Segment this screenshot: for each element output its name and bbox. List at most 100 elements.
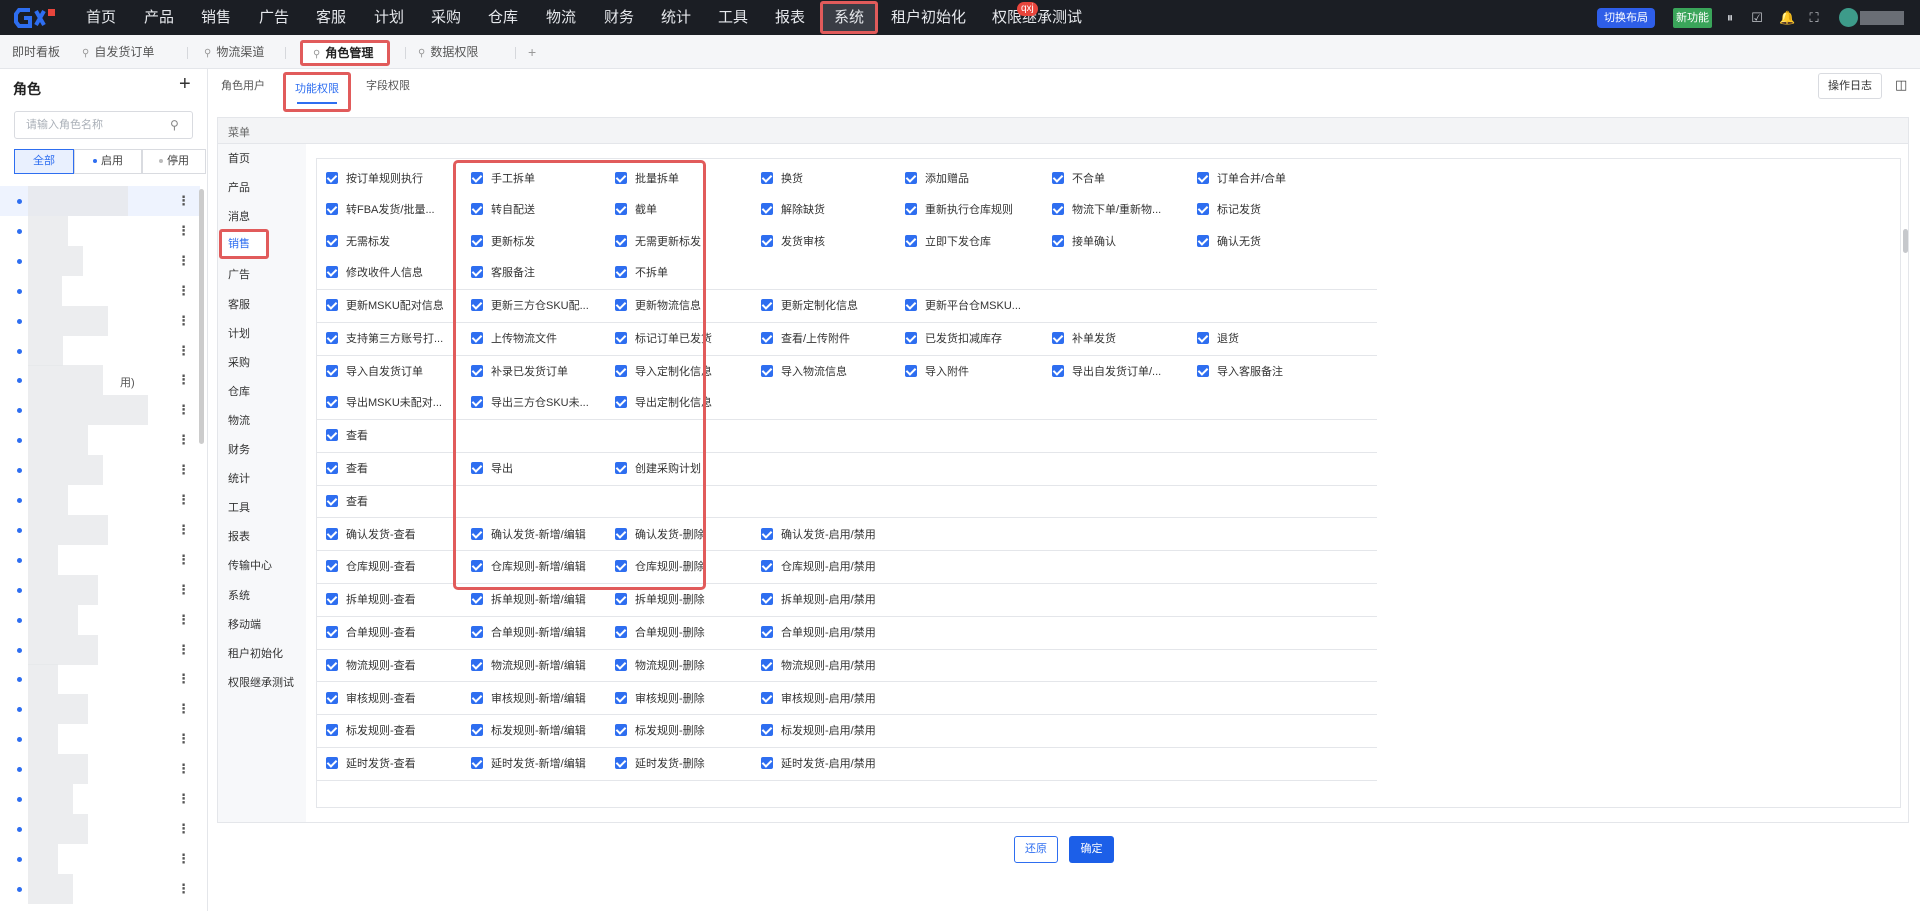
- checkbox[interactable]: [761, 364, 773, 377]
- checkbox[interactable]: [761, 171, 773, 184]
- add-tab-button[interactable]: +: [528, 44, 536, 60]
- more-icon[interactable]: ⋮: [177, 671, 190, 687]
- pin-icon[interactable]: ⚲: [204, 48, 211, 59]
- checkbox[interactable]: [326, 332, 338, 345]
- permission-checkbox-cell[interactable]: 标发规则-新增/编辑: [471, 724, 586, 738]
- permission-checkbox-cell[interactable]: 延时发货-启用/禁用: [761, 757, 876, 771]
- permission-checkbox-cell[interactable]: 延时发货-查看: [326, 757, 416, 771]
- checkbox[interactable]: [761, 299, 773, 312]
- permission-checkbox-cell[interactable]: 导入自发货订单: [326, 364, 423, 379]
- checkbox[interactable]: [1052, 234, 1064, 247]
- checkbox[interactable]: [761, 691, 773, 704]
- checkbox[interactable]: [326, 364, 338, 377]
- checkbox[interactable]: [326, 658, 338, 671]
- avatar[interactable]: [1839, 8, 1858, 27]
- menu-item-5[interactable]: 客服: [228, 296, 250, 312]
- permission-checkbox-cell[interactable]: 审核规则-新增/编辑: [471, 691, 586, 706]
- checkbox[interactable]: [326, 593, 338, 606]
- checkbox[interactable]: [761, 203, 773, 216]
- checkbox[interactable]: [326, 299, 338, 312]
- role-list-item[interactable]: ⋮: [0, 305, 200, 336]
- role-list-item[interactable]: ⋮: [0, 186, 200, 216]
- permission-checkbox-cell[interactable]: 合单规则-删除: [615, 626, 705, 640]
- permission-checkbox-cell[interactable]: 标记发货: [1197, 203, 1261, 217]
- checkbox[interactable]: [471, 626, 483, 639]
- checkbox[interactable]: [1052, 203, 1064, 216]
- filter-all[interactable]: 全部: [14, 149, 74, 174]
- pin-icon[interactable]: ⚲: [313, 49, 320, 60]
- nav-item-3[interactable]: 广告: [259, 0, 289, 35]
- checkbox[interactable]: [471, 757, 483, 770]
- menu-item-15[interactable]: 系统: [228, 587, 250, 603]
- search-icon[interactable]: ⚲: [170, 118, 179, 132]
- permission-checkbox-cell[interactable]: 发货审核: [761, 234, 825, 249]
- menu-item-4[interactable]: 广告: [228, 266, 250, 282]
- role-list-item[interactable]: ⋮: [0, 664, 200, 695]
- fullscreen-icon[interactable]: ⛶: [1806, 10, 1822, 26]
- permission-checkbox-cell[interactable]: 更新定制化信息: [761, 299, 858, 313]
- checkbox[interactable]: [326, 462, 338, 475]
- nav-item-6[interactable]: 采购: [431, 0, 461, 35]
- more-icon[interactable]: ⋮: [177, 432, 190, 448]
- permission-checkbox-cell[interactable]: 不合单: [1052, 171, 1105, 186]
- checkbox[interactable]: [761, 527, 773, 540]
- checkbox[interactable]: [761, 757, 773, 770]
- role-list-item[interactable]: ⋮: [0, 215, 200, 246]
- nav-item-7[interactable]: 仓库: [488, 0, 518, 35]
- more-icon[interactable]: ⋮: [177, 402, 190, 418]
- checkbox[interactable]: [615, 757, 627, 770]
- permission-checkbox-cell[interactable]: 支持第三方账号打...: [326, 332, 443, 346]
- checkbox[interactable]: [326, 626, 338, 639]
- permission-checkbox-cell[interactable]: 合单规则-查看: [326, 626, 416, 640]
- nav-item-10[interactable]: 统计: [661, 0, 691, 35]
- permission-checkbox-cell[interactable]: 修改收件人信息: [326, 266, 423, 280]
- permission-checkbox-cell[interactable]: 订单合并/合单: [1197, 171, 1286, 186]
- checkbox[interactable]: [615, 691, 627, 704]
- checkbox[interactable]: [1197, 171, 1209, 184]
- checkbox[interactable]: [1197, 203, 1209, 216]
- sidebar-scrollbar[interactable]: [199, 189, 204, 444]
- more-icon[interactable]: ⋮: [177, 522, 190, 538]
- checkbox[interactable]: [905, 299, 917, 312]
- checkbox[interactable]: [905, 364, 917, 377]
- restore-button[interactable]: 还原: [1014, 836, 1058, 863]
- menu-item-8[interactable]: 仓库: [228, 383, 250, 399]
- role-list-item[interactable]: ⋮: [0, 813, 200, 844]
- permission-checkbox-cell[interactable]: 更新MSKU配对信息: [326, 299, 444, 313]
- permission-checkbox-cell[interactable]: 审核规则-删除: [615, 691, 705, 706]
- permission-checkbox-cell[interactable]: 转FBA发货/批量...: [326, 203, 435, 217]
- more-icon[interactable]: ⋮: [177, 701, 190, 717]
- nav-item-14[interactable]: 租户初始化: [891, 0, 966, 35]
- role-list-item[interactable]: ⋮: [0, 425, 200, 456]
- nav-item-8[interactable]: 物流: [546, 0, 576, 35]
- permission-checkbox-cell[interactable]: 拆单规则-查看: [326, 593, 416, 607]
- more-icon[interactable]: ⋮: [177, 492, 190, 508]
- page-tab-4[interactable]: ⚲ 数据权限: [418, 35, 478, 69]
- more-icon[interactable]: ⋮: [177, 552, 190, 568]
- grid-scrollbar[interactable]: [1903, 229, 1908, 253]
- role-list-item[interactable]: ⋮: [0, 754, 200, 785]
- menu-item-0[interactable]: 首页: [228, 150, 250, 166]
- checkbox[interactable]: [326, 724, 338, 737]
- permission-checkbox-cell[interactable]: 更新平台仓MSKU...: [905, 299, 1021, 313]
- filter-enabled[interactable]: 启用: [74, 149, 142, 174]
- more-icon[interactable]: ⋮: [177, 612, 190, 628]
- permission-checkbox-cell[interactable]: 延时发货-删除: [615, 757, 705, 771]
- checkbox[interactable]: [326, 757, 338, 770]
- permission-checkbox-cell[interactable]: 延时发货-新增/编辑: [471, 757, 586, 771]
- permission-checkbox-cell[interactable]: 查看: [326, 462, 368, 476]
- checkbox[interactable]: [326, 266, 338, 279]
- more-icon[interactable]: ⋮: [177, 313, 190, 329]
- nav-item-13[interactable]: 系统: [820, 1, 879, 34]
- nav-item-0[interactable]: 首页: [86, 0, 116, 35]
- permission-checkbox-cell[interactable]: 物流规则-查看: [326, 658, 416, 673]
- permission-checkbox-cell[interactable]: 物流规则-新增/编辑: [471, 658, 586, 673]
- menu-item-9[interactable]: 物流: [228, 412, 250, 428]
- menu-item-7[interactable]: 采购: [228, 354, 250, 370]
- role-list-item[interactable]: 用) ⋮: [0, 365, 200, 396]
- bell-icon[interactable]: 🔔: [1779, 10, 1795, 26]
- permission-checkbox-cell[interactable]: 重新执行仓库规则: [905, 203, 1013, 217]
- checkbox[interactable]: [471, 593, 483, 606]
- nav-item-12[interactable]: 报表: [775, 0, 805, 35]
- role-list-item[interactable]: ⋮: [0, 275, 200, 306]
